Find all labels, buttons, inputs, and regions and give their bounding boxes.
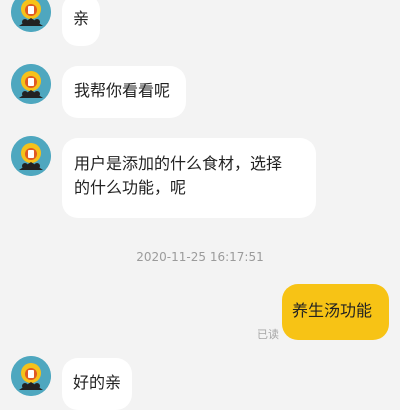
agent-avatar[interactable] <box>11 136 51 176</box>
sunflower-mascot-icon <box>11 136 51 176</box>
agent-avatar[interactable] <box>11 64 51 104</box>
message-text: 养生汤功能 <box>292 301 373 320</box>
message-text: 我帮你看看呢 <box>74 81 171 100</box>
incoming-message: 亲 <box>62 0 100 46</box>
message-timestamp: 2020-11-25 16:17:51 <box>136 250 264 264</box>
incoming-message: 好的亲 <box>62 358 132 410</box>
incoming-message: 用户是添加的什么食材，选择 的什么功能，呢 <box>62 138 316 218</box>
sunflower-mascot-icon <box>11 356 51 396</box>
agent-avatar[interactable] <box>11 356 51 396</box>
message-text-line-1: 用户是添加的什么食材，选择 <box>74 154 283 173</box>
read-status: 已读 <box>257 328 279 341</box>
message-text: 好的亲 <box>73 373 122 392</box>
sunflower-mascot-icon <box>11 0 51 32</box>
message-text-line-2: 的什么功能，呢 <box>74 178 187 197</box>
incoming-message: 我帮你看看呢 <box>62 66 186 118</box>
message-text: 亲 <box>73 9 90 28</box>
outgoing-message: 养生汤功能 <box>282 284 389 340</box>
agent-avatar[interactable] <box>11 0 51 32</box>
sunflower-mascot-icon <box>11 64 51 104</box>
